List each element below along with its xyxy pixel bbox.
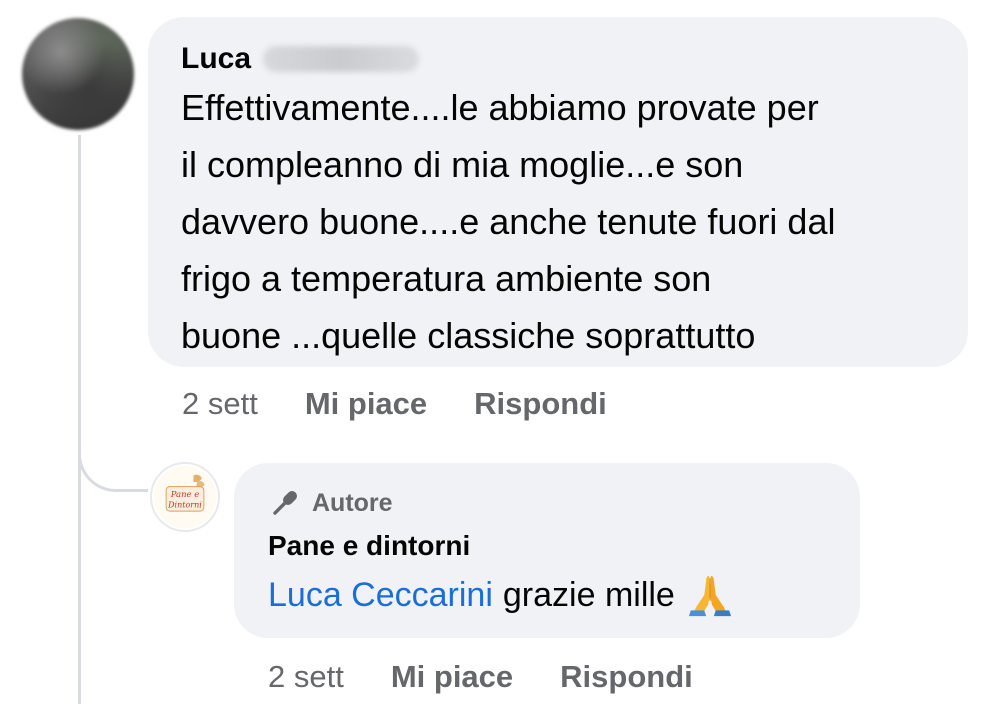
comment-text-line: il compleanno di mia moglie...e son <box>181 144 744 185</box>
reply-text: Luca Ceccarini grazie mille <box>268 571 834 619</box>
commenter-avatar[interactable] <box>22 18 134 130</box>
comment-text: Effettivamente....le abbiamo provate per… <box>181 79 938 364</box>
logo-text-line-1: Pane e <box>170 489 200 499</box>
author-badge: Autore <box>268 485 834 521</box>
reply-button[interactable]: Rispondi <box>474 386 607 422</box>
folded-hands-emoji-icon <box>688 575 731 617</box>
comment-thread: Luca Effettivamente....le abbiamo provat… <box>0 0 996 704</box>
author-badge-label: Autore <box>312 488 393 517</box>
reply-actions: 2 sett Mi piace Rispondi <box>268 657 693 697</box>
comment-timestamp[interactable]: 2 sett <box>182 386 258 422</box>
comment-bubble: Luca Effettivamente....le abbiamo provat… <box>148 17 968 367</box>
thread-reply-connector <box>78 410 148 492</box>
reply-like-button[interactable]: Mi piace <box>391 659 513 695</box>
page-avatar[interactable]: Pane e Dintorni <box>150 462 220 532</box>
comment-text-line: Effettivamente....le abbiamo provate per <box>181 87 819 128</box>
comment-author-row: Luca <box>181 41 938 77</box>
redacted-surname <box>263 46 420 72</box>
comment-actions: 2 sett Mi piace Rispondi <box>182 384 607 424</box>
microphone-icon <box>273 491 297 515</box>
comment-text-line: buone ...quelle classiche soprattutto <box>181 315 756 356</box>
reply-timestamp[interactable]: 2 sett <box>268 659 344 695</box>
reply-bubble: Autore Pane e dintorni Luca Ceccarini gr… <box>234 463 860 638</box>
comment-text-line: davvero buone....e anche tenute fuori da… <box>181 201 836 242</box>
mention-link[interactable]: Luca Ceccarini <box>268 571 493 619</box>
comment-text-line: frigo a temperatura ambiente son <box>181 258 712 299</box>
reply-reply-button[interactable]: Rispondi <box>560 659 693 695</box>
logo-text-line-2: Dintorni <box>167 500 202 509</box>
reply-message: grazie mille <box>502 576 675 614</box>
pane-e-dintorni-logo: Pane e Dintorni <box>153 465 217 529</box>
reply-author-name[interactable]: Pane e dintorni <box>268 529 834 563</box>
like-button[interactable]: Mi piace <box>305 386 427 422</box>
comment-author-name[interactable]: Luca <box>181 41 251 77</box>
